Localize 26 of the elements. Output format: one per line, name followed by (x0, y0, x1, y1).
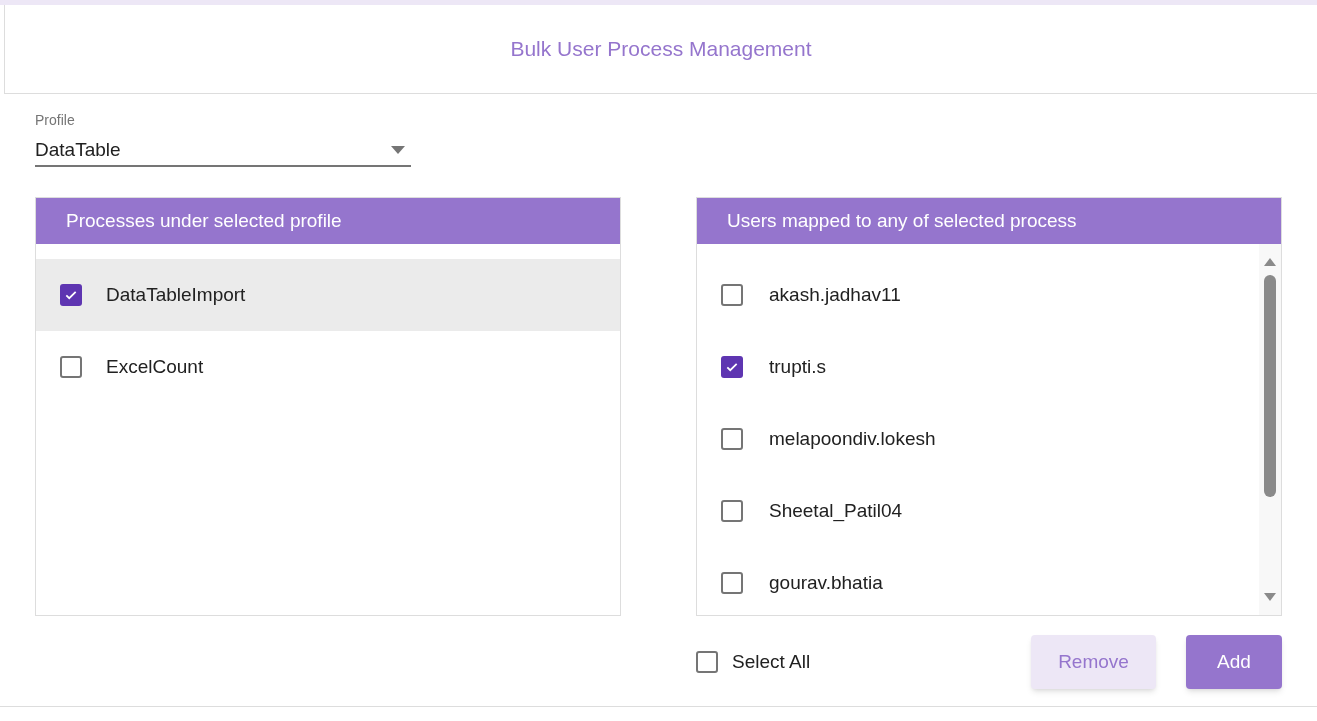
panel-header: Users mapped to any of selected process (697, 198, 1281, 244)
user-item[interactable]: gourav.bhatia (697, 547, 1259, 619)
checkbox[interactable] (60, 356, 82, 378)
checkbox[interactable] (696, 651, 718, 673)
user-item[interactable]: melapoondiv.lokesh (697, 403, 1259, 475)
checkbox[interactable] (721, 356, 743, 378)
scrollbar-thumb[interactable] (1264, 275, 1276, 497)
user-item[interactable]: Sheetal_Patil04 (697, 475, 1259, 547)
scroll-down-icon[interactable] (1264, 593, 1276, 601)
scroll-up-icon[interactable] (1264, 258, 1276, 266)
profile-select[interactable]: DataTable (35, 135, 411, 167)
action-button[interactable]: Add (1186, 635, 1282, 689)
checkbox[interactable] (721, 284, 743, 306)
checkbox[interactable] (721, 572, 743, 594)
panel-header: Processes under selected profile (36, 198, 620, 244)
scrollbar[interactable] (1259, 244, 1281, 615)
dropdown-caret-icon (391, 146, 405, 154)
page-title: Bulk User Process Management (510, 36, 812, 63)
checkbox[interactable] (721, 500, 743, 522)
user-item[interactable]: akash.jadhav11 (697, 259, 1259, 331)
select-all-label: Select All (732, 649, 811, 674)
checkbox[interactable] (60, 284, 82, 306)
checkbox[interactable] (721, 428, 743, 450)
process-item[interactable]: DataTableImport (36, 259, 620, 331)
user-item[interactable]: trupti.s (697, 331, 1259, 403)
profile-label: Profile (35, 111, 75, 130)
